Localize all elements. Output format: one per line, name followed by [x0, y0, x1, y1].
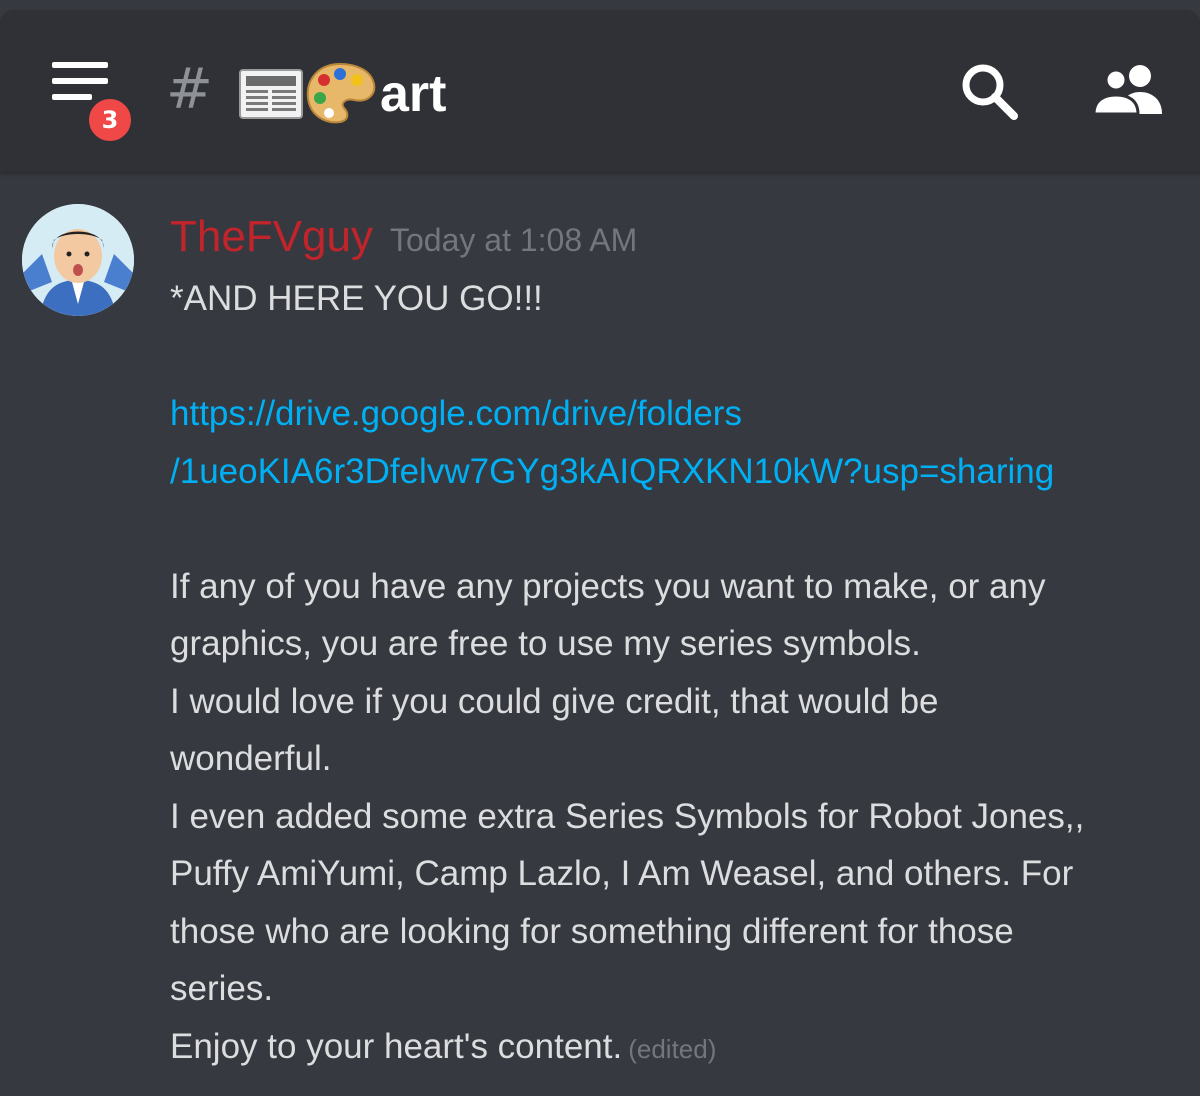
message-line-text: Enjoy to your heart's content. — [170, 1026, 623, 1066]
search-icon[interactable] — [958, 60, 1022, 124]
notification-badge: 3 — [84, 94, 136, 146]
palette-icon — [306, 62, 376, 124]
channel-header: 3 # art — [0, 10, 1200, 172]
members-icon[interactable] — [1092, 64, 1168, 116]
newspaper-icon — [239, 69, 303, 119]
message-line: I would love if you could give credit, t… — [170, 681, 939, 721]
message-line: Puffy AmiYumi, Camp Lazlo, I Am Weasel, … — [170, 854, 1074, 893]
message-username[interactable]: TheFVguy — [170, 212, 373, 262]
message-link[interactable]: /1ueoKIA6r3Dfelvw7GYg3kAIQRXKN10kW?usp=s… — [170, 443, 1170, 501]
message-last-line: Enjoy to your heart's content. (edited) — [170, 1018, 1170, 1076]
message-line: I even added some extra Series Symbols f… — [170, 796, 1085, 836]
message-line: wonderful. — [170, 739, 332, 778]
chat-message: TheFVguy Today at 1:08 AM *AND HERE YOU … — [0, 172, 1200, 1096]
channel-name: art — [380, 65, 447, 123]
discord-app: 3 # art TheFVguy Today at 1:08 AM *AND H… — [0, 0, 1200, 1096]
message-line: If any of you have any projects you want… — [170, 566, 1046, 606]
avatar[interactable] — [22, 204, 134, 316]
message-link[interactable]: https://drive.google.com/drive/folders — [170, 385, 1170, 443]
message-timestamp: Today at 1:08 AM — [390, 222, 638, 258]
edited-label: (edited) — [628, 1033, 717, 1064]
message-line: graphics, you are free to use my series … — [170, 624, 921, 663]
message-line: *AND HERE YOU GO!!! — [170, 279, 543, 318]
avatar-image — [22, 204, 134, 316]
status-strip — [0, 0, 1200, 10]
message-line: series. — [170, 969, 274, 1008]
message-content: *AND HERE YOU GO!!! https://drive.google… — [170, 270, 1170, 1075]
channel-emoji-group — [239, 62, 376, 124]
message-line: those who are looking for something diff… — [170, 911, 1014, 951]
channel-hash-icon: # — [166, 57, 213, 122]
